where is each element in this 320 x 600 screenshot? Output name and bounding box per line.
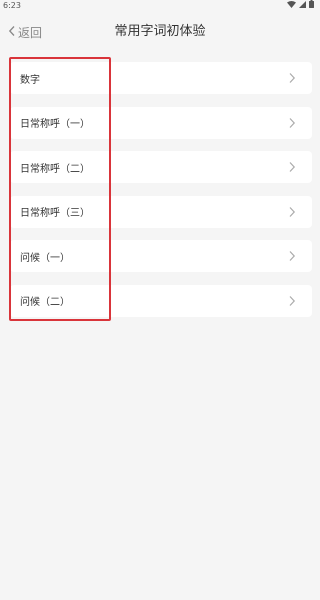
- list-item-label: 数字: [20, 74, 40, 86]
- list-item-greeting-1[interactable]: 问候（一）: [10, 240, 312, 272]
- signal-icon: [299, 0, 306, 12]
- list-item-daily-address-2[interactable]: 日常称呼（二）: [10, 151, 312, 183]
- wifi-icon: [287, 0, 296, 12]
- page-title: 常用字词初体验: [114, 24, 206, 39]
- status-bar: 6:23: [0, 0, 320, 12]
- list-item-label: 问候（一）: [20, 252, 70, 264]
- chevron-right-icon: [288, 161, 296, 173]
- lesson-list: 数字 日常称呼（一） 日常称呼（二） 日常称呼（三） 问候（一） 问候（二）: [10, 62, 312, 329]
- battery-icon: [309, 0, 314, 12]
- list-item-daily-address-3[interactable]: 日常称呼（三）: [10, 195, 312, 228]
- chevron-right-icon: [288, 295, 296, 307]
- list-item-label: 问候（二）: [20, 297, 70, 308]
- list-item-label: 日常称呼（一）: [20, 119, 90, 130]
- list-item-numbers[interactable]: 数字: [10, 62, 312, 94]
- chevron-right-icon: [288, 250, 296, 262]
- status-time: 6:23: [3, 1, 21, 10]
- list-item-label: 日常称呼（二）: [20, 163, 90, 175]
- list-item-greeting-2[interactable]: 问候（二）: [10, 284, 312, 317]
- list-item-label: 日常称呼（三）: [20, 208, 90, 219]
- chevron-right-icon: [288, 206, 296, 218]
- nav-bar: 返回 常用字词初体验: [0, 12, 320, 52]
- chevron-right-icon: [288, 117, 296, 129]
- list-item-daily-address-1[interactable]: 日常称呼（一）: [10, 106, 312, 139]
- chevron-right-icon: [288, 72, 296, 84]
- status-icons: [287, 0, 314, 12]
